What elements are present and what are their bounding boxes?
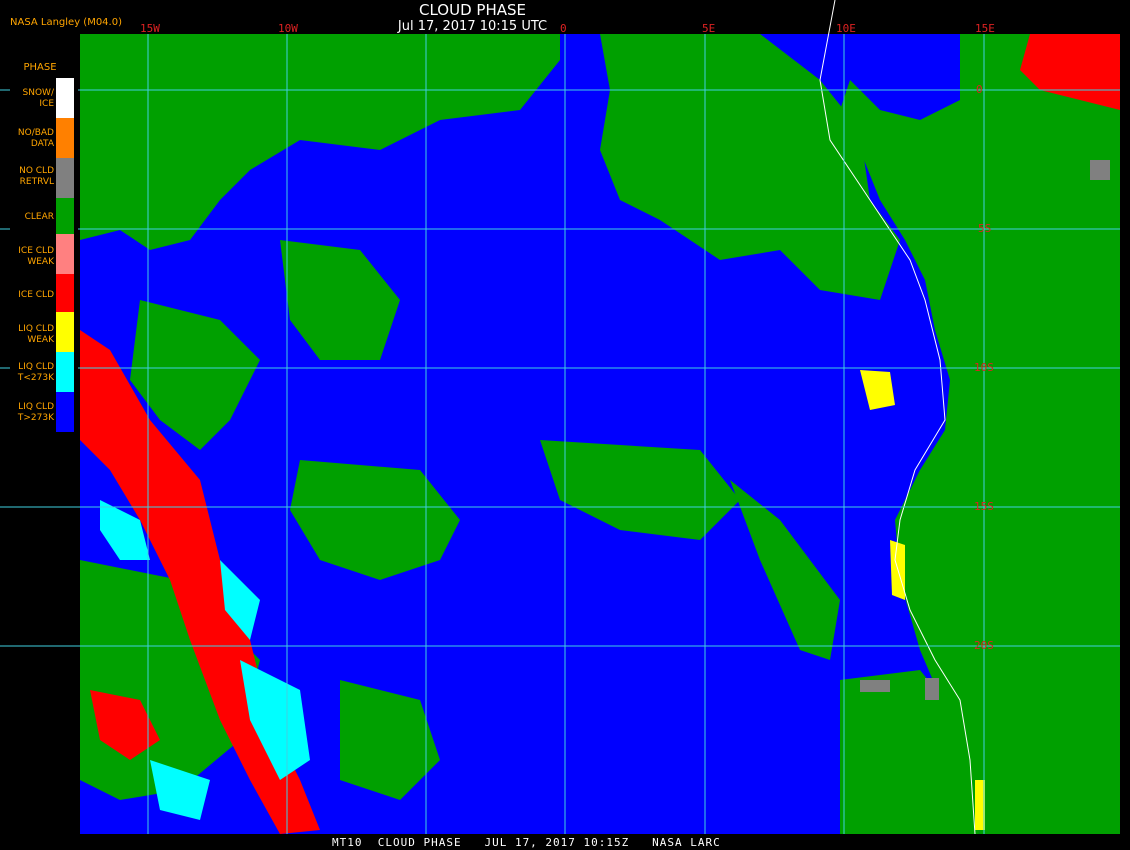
legend-item-liquid-weak: LIQ CLD WEAK: [10, 312, 78, 352]
legend-swatch: [56, 352, 74, 392]
lat-label-20s: 20S: [974, 639, 994, 652]
legend-label: NO CLD RETRVL: [19, 166, 54, 187]
legend-label: LIQ CLD T<273K: [17, 362, 54, 383]
legend-item-snow-ice: SNOW/ ICE: [10, 78, 78, 118]
legend-swatch: [56, 198, 74, 238]
legend-label: CLEAR: [24, 212, 54, 222]
legend-label: ICE CLD: [18, 290, 54, 300]
legend-swatch: [56, 158, 74, 198]
legend-swatch: [56, 118, 74, 158]
lat-label-5s: 5S: [978, 222, 992, 235]
legend-swatch: [56, 274, 74, 314]
legend-label: SNOW/ ICE: [22, 88, 54, 109]
lon-label-0: 0: [560, 22, 567, 35]
legend-title: PHASE: [23, 62, 57, 73]
lat-label-15s: 15S: [974, 500, 994, 513]
lat-label-0: 0: [976, 83, 983, 96]
legend-label: NO/BAD DATA: [17, 128, 54, 149]
legend-label: LIQ CLD WEAK: [18, 324, 54, 345]
legend-item-ice-cloud-weak: ICE CLD WEAK: [10, 234, 78, 274]
legend-swatch: [56, 312, 74, 352]
footer-bar: MT10 CLOUD PHASE JUL 17, 2017 10:15Z NAS…: [0, 834, 1130, 850]
legend-swatch: [56, 234, 74, 274]
credit-label: NASA Langley (M04.0): [10, 17, 122, 28]
legend-item-ice-cloud: ICE CLD: [10, 274, 78, 314]
lon-label-15w: 15W: [140, 22, 160, 35]
legend-item-liquid-cold: LIQ CLD T<273K: [10, 352, 78, 392]
cloud-phase-map: [0, 0, 1120, 835]
lon-label-5e: 5E: [702, 22, 716, 35]
lon-label-10e: 10E: [836, 22, 856, 35]
footer-caption: MT10 CLOUD PHASE JUL 17, 2017 10:15Z NAS…: [332, 836, 721, 849]
legend-item-no-cloud-retrieval: NO CLD RETRVL: [10, 158, 78, 198]
lon-label-15e: 15E: [975, 22, 995, 35]
legend-item-no-bad-data: NO/BAD DATA: [10, 118, 78, 158]
legend-item-liquid-warm: LIQ CLD T>273K: [10, 392, 78, 432]
legend-item-clear: CLEAR: [10, 198, 78, 238]
lat-label-10s: 10S: [974, 361, 994, 374]
legend-swatch: [56, 78, 74, 118]
legend-label: ICE CLD WEAK: [18, 246, 54, 267]
legend-label: LIQ CLD T>273K: [17, 402, 54, 423]
map-title: CLOUD PHASE: [419, 1, 526, 19]
phase-legend: PHASE SNOW/ ICE NO/BAD DATA NO CLD RETRV…: [10, 34, 78, 446]
lon-label-10w: 10W: [278, 22, 298, 35]
legend-swatch: [56, 392, 74, 432]
